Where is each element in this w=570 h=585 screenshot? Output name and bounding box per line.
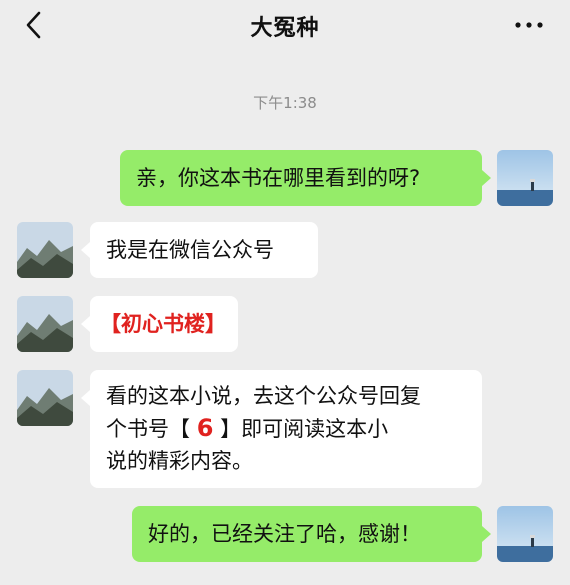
avatar-sea[interactable] <box>497 150 553 206</box>
chat-title: 大冤种 <box>250 16 320 41</box>
bubble-tail <box>482 526 491 542</box>
bubble-tail <box>482 170 491 186</box>
message-line: 看的这本小说，去这个公众号回复 <box>106 384 421 408</box>
message-text: 好的，已经关注了哈，感谢！ <box>148 522 421 546</box>
message-text: 亲，你这本书在哪里看到的呀? <box>136 166 421 190</box>
message-timestamp: 下午1:38 <box>253 94 317 112</box>
message-line: 说的精彩内容。 <box>106 449 253 473</box>
received-message-bubble[interactable]: 看的这本小说，去这个公众号回复 个书号【 6 】即可阅读这本小 说的精彩内容。 <box>90 370 482 488</box>
message-text: 我是在微信公众号 <box>106 238 274 262</box>
more-icon[interactable] <box>512 13 546 37</box>
sent-message-bubble[interactable]: 亲，你这本书在哪里看到的呀? <box>120 150 482 206</box>
sent-message-bubble[interactable]: 好的，已经关注了哈，感谢！ <box>132 506 482 562</box>
message-text: 】即可阅读这本小 <box>213 417 389 441</box>
message-text: 个书号【 <box>106 417 197 441</box>
avatar-mountain[interactable] <box>17 296 73 352</box>
bubble-tail <box>81 242 90 258</box>
book-code: 6 <box>196 414 214 442</box>
bubble-tail <box>81 390 90 406</box>
top-bar: 大冤种 <box>0 0 570 52</box>
avatar-mountain[interactable] <box>17 222 73 278</box>
bubble-tail <box>81 316 90 332</box>
avatar-mountain[interactable] <box>17 370 73 426</box>
received-message-bubble[interactable]: 【初心书楼】 <box>90 296 238 352</box>
message-line: 个书号【 6 】即可阅读这本小 <box>106 412 482 445</box>
avatar-sea[interactable] <box>497 506 553 562</box>
account-name-highlight: 【初心书楼】 <box>100 312 226 336</box>
received-message-bubble[interactable]: 我是在微信公众号 <box>90 222 318 278</box>
